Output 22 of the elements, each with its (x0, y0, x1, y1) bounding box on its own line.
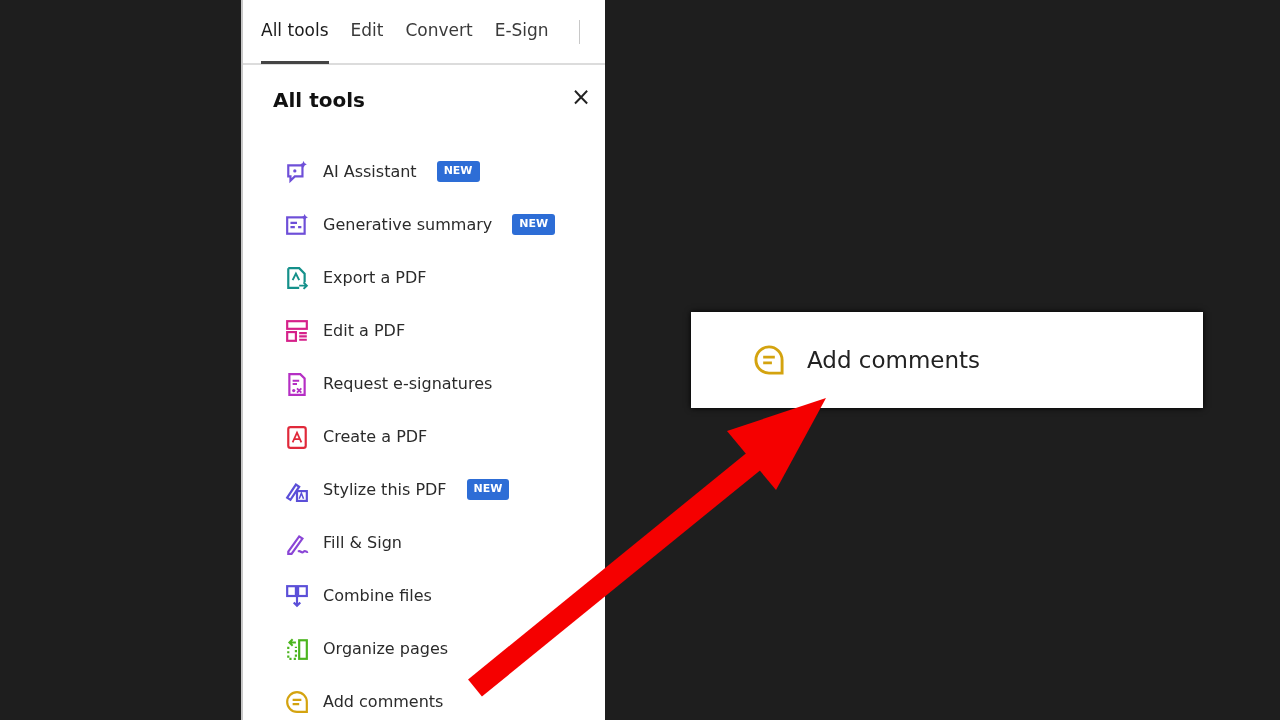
comment-icon (753, 344, 785, 376)
tool-item[interactable]: Generative summary NEW (243, 198, 605, 251)
tab[interactable]: Convert (405, 1, 473, 64)
tab[interactable]: All tools (261, 1, 329, 64)
panel-title: All tools (273, 87, 365, 114)
tool-item[interactable]: Stylize this PDF NEW (243, 463, 605, 516)
new-badge: NEW (512, 214, 556, 235)
new-badge: NEW (466, 479, 510, 500)
tool-item[interactable]: Edit a PDF (243, 304, 605, 357)
callout-item[interactable]: Add comments (691, 312, 1203, 408)
tool-item[interactable]: Combine files (243, 569, 605, 622)
tool-item[interactable]: Add comments (243, 675, 605, 720)
new-badge: NEW (436, 161, 480, 182)
tab[interactable]: E-Sign (494, 1, 549, 64)
tool-item[interactable]: Create a PDF (243, 410, 605, 463)
tab[interactable]: Edit (350, 1, 384, 64)
tool-item[interactable]: AI Assistant NEW (243, 145, 605, 198)
tool-item[interactable]: Export a PDF (243, 251, 605, 304)
close-button[interactable]: × (568, 85, 593, 109)
tool-item[interactable]: Organize pages (243, 622, 605, 675)
tool-item[interactable]: Fill & Sign (243, 516, 605, 569)
tool-item[interactable]: Request e-signatures (243, 357, 605, 410)
